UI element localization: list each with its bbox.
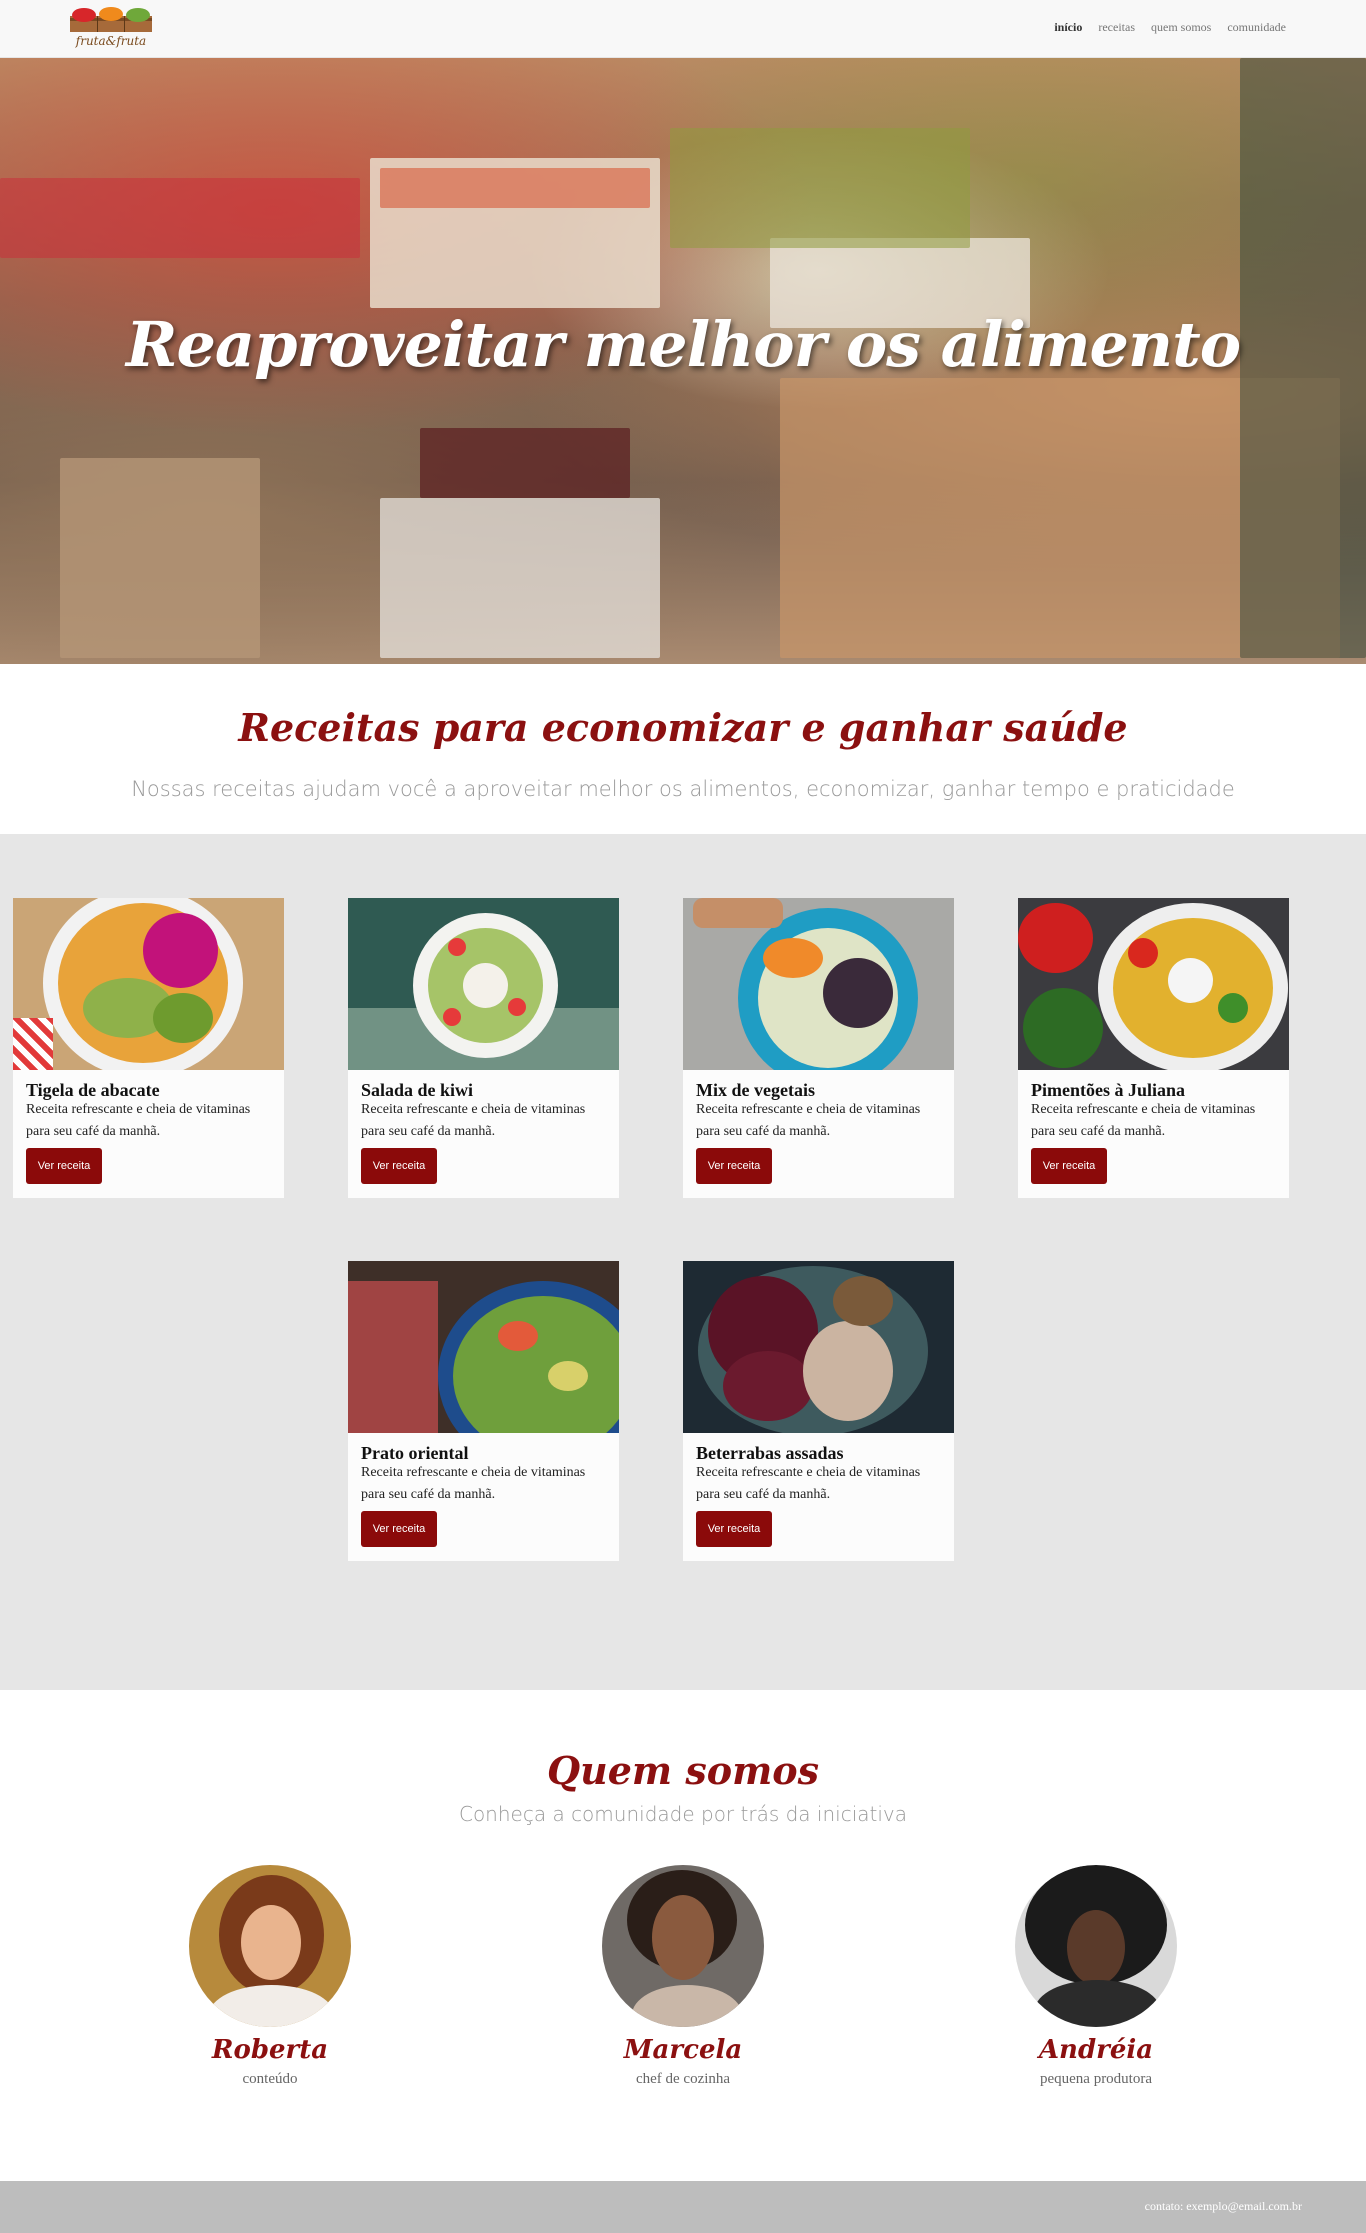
team-member: Roberta conteúdo: [150, 1865, 390, 2088]
recipe-description: Receita refrescante e cheia de vitaminas…: [26, 1102, 251, 1139]
hero-crate: [60, 458, 260, 658]
footer-contact[interactable]: contato: exemplo@email.com.br: [1145, 2199, 1302, 2214]
recipes-section-subtitle: Nossas receitas ajudam você a aproveitar…: [131, 777, 1235, 801]
recipe-card: Pimentões à Juliana Receita refrescante …: [1018, 898, 1289, 1198]
recipe-title: Mix de vegetais: [696, 1080, 815, 1100]
recipe-card: Mix de vegetais Receita refrescante e ch…: [683, 898, 954, 1198]
view-recipe-button[interactable]: Ver receita: [696, 1511, 772, 1547]
team-member-name: Marcela: [623, 2035, 743, 2065]
brand-logo[interactable]: fruta&fruta: [68, 4, 154, 54]
avatar: [602, 1865, 764, 2027]
recipe-description: Receita refrescante e cheia de vitaminas…: [1031, 1102, 1256, 1139]
recipe-image-roasted-beets: [683, 1261, 954, 1433]
brand-logo-text: fruta&fruta: [75, 34, 147, 48]
team-member-role: pequena produtora: [1039, 2071, 1153, 2087]
hero-crate: [670, 128, 970, 248]
hero-crate: [420, 428, 630, 498]
team-member-role: conteúdo: [242, 2071, 298, 2087]
hero-title: Reaproveitar melhor os alimento: [125, 308, 1241, 381]
recipe-card: Prato oriental Receita refrescante e che…: [348, 1261, 619, 1561]
view-recipe-button[interactable]: Ver receita: [1031, 1148, 1107, 1184]
recipe-image-avocado-bowl: [13, 898, 284, 1070]
recipe-image-oriental-dish: [348, 1261, 619, 1433]
view-recipe-button[interactable]: Ver receita: [361, 1511, 437, 1547]
recipe-image-kiwi-salad: [348, 898, 619, 1070]
recipe-title: Pimentões à Juliana: [1031, 1080, 1186, 1100]
hero-banner: Reaproveitar melhor os alimento: [0, 58, 1366, 664]
recipe-image-peppers: [1018, 898, 1289, 1070]
team-member-name: Roberta: [211, 2035, 329, 2065]
team-member-role: chef de cozinha: [635, 2071, 731, 2087]
team-member-name: Andréia: [1038, 2035, 1154, 2065]
recipes-section-title: Receitas para economizar e ganhar saúde: [238, 705, 1128, 750]
recipe-description: Receita refrescante e cheia de vitaminas…: [696, 1102, 921, 1139]
view-recipe-button[interactable]: Ver receita: [26, 1148, 102, 1184]
recipe-card: Salada de kiwi Receita refrescante e che…: [348, 898, 619, 1198]
hero-crate: [380, 168, 650, 208]
footer: contato: exemplo@email.com.br: [0, 2181, 1366, 2233]
navbar: fruta&fruta início receitas quem somos c…: [0, 0, 1366, 58]
view-recipe-button[interactable]: Ver receita: [361, 1148, 437, 1184]
recipe-image-vegetable-mix: [683, 898, 954, 1070]
recipes-section: Tigela de abacate Receita refrescante e …: [0, 834, 1366, 1690]
avatar: [189, 1865, 351, 2027]
nav-item-quem-somos[interactable]: quem somos: [1151, 20, 1211, 35]
recipe-description: Receita refrescante e cheia de vitaminas…: [361, 1465, 586, 1502]
hero-crate: [380, 498, 660, 658]
main-nav: início receitas quem somos comunidade: [1054, 20, 1286, 35]
nav-item-comunidade[interactable]: comunidade: [1227, 20, 1286, 35]
view-recipe-button[interactable]: Ver receita: [696, 1148, 772, 1184]
recipe-card: Beterrabas assadas Receita refrescante e…: [683, 1261, 954, 1561]
recipe-title: Beterrabas assadas: [696, 1443, 844, 1463]
recipe-title: Tigela de abacate: [26, 1080, 160, 1100]
team-member: Marcela chef de cozinha: [563, 1865, 803, 2088]
hero-crate: [0, 178, 360, 258]
about-section-subtitle: Conheça a comunidade por trás da iniciat…: [458, 1802, 908, 1826]
recipe-title: Prato oriental: [361, 1443, 469, 1463]
recipe-description: Receita refrescante e cheia de vitaminas…: [696, 1465, 921, 1502]
about-section-title: Quem somos: [546, 1748, 820, 1793]
recipe-description: Receita refrescante e cheia de vitaminas…: [361, 1102, 586, 1139]
fruit-crates-icon: [70, 7, 152, 32]
team-member: Andréia pequena produtora: [976, 1865, 1216, 2088]
nav-item-inicio[interactable]: início: [1054, 20, 1082, 35]
recipe-title: Salada de kiwi: [361, 1080, 474, 1100]
avatar: [1015, 1865, 1177, 2027]
nav-item-receitas[interactable]: receitas: [1098, 20, 1135, 35]
recipe-card: Tigela de abacate Receita refrescante e …: [13, 898, 284, 1198]
